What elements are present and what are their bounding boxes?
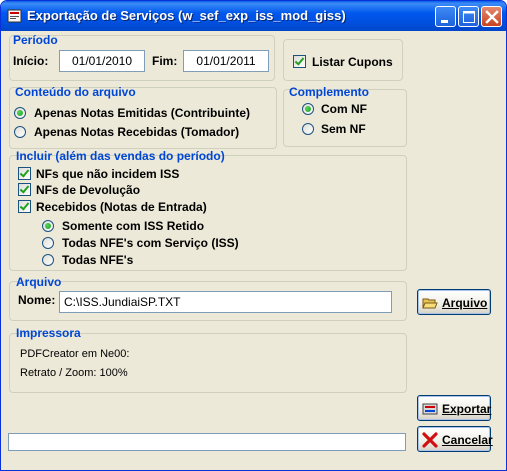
radio-notas-recebidas[interactable] [14,126,26,138]
fim-label: Fim: [152,54,178,68]
impressora-label: Impressora [16,326,81,340]
checkbox-nfs-devolucao[interactable] [18,183,31,196]
sem-nf-label[interactable]: Sem NF [321,122,366,136]
nfs-devolucao-label[interactable]: NFs de Devolução [36,183,140,197]
listar-cupons-checkbox[interactable] [293,55,306,68]
radio-notas-emitidas[interactable] [14,107,26,119]
recebidos-label[interactable]: Recebidos (Notas de Entrada) [36,200,207,214]
notas-recebidas-label[interactable]: Apenas Notas Recebidas (Tomador) [34,125,239,139]
notas-emitidas-label[interactable]: Apenas Notas Emitidas (Contribuinte) [34,106,250,120]
folder-open-icon [422,298,438,309]
window-title: Exportação de Serviços (w_sef_exp_iss_mo… [27,8,346,23]
incluir-label: Incluir (além das vendas do período) [16,149,225,163]
todas-nfe-label[interactable]: Todas NFE's [62,253,133,267]
maximize-button[interactable] [458,6,479,27]
complemento-label: Complemento [289,85,370,99]
radio-somente-iss-retido[interactable] [42,220,54,232]
arquivo-button-label: Arquivo [442,296,488,310]
cancel-x-icon [422,432,438,448]
close-button[interactable] [481,6,502,27]
impressora-group [9,333,407,393]
export-icon [422,403,438,415]
listar-cupons-label[interactable]: Listar Cupons [312,55,393,69]
checkbox-recebidos[interactable] [18,200,31,213]
fim-date-field[interactable] [183,50,269,72]
periodo-label: Período [13,33,58,47]
cancelar-button-label: Cancelar [442,433,493,447]
exportar-button-label: Exportar [442,402,492,416]
impressora-line2: Retrato / Zoom: 100% [20,367,128,379]
radio-todas-nfe[interactable] [42,254,54,266]
checkbox-nao-incidem-iss[interactable] [18,167,31,180]
title-bar[interactable]: Exportação de Serviços (w_sef_exp_iss_mo… [1,1,506,31]
nome-arquivo-field[interactable] [59,291,392,313]
exportar-button[interactable]: Exportar [417,395,491,421]
somente-iss-retido-label[interactable]: Somente com ISS Retido [62,219,204,233]
inicio-date-field[interactable] [59,50,145,72]
app-icon [7,9,22,23]
inicio-label: Início: [13,54,49,68]
impressora-line1: PDFCreator em Ne00: [20,348,130,360]
arquivo-button[interactable]: Arquivo [417,289,491,315]
radio-com-nf[interactable] [302,103,314,115]
conteudo-label: Conteúdo do arquivo [15,85,136,99]
minimize-icon [441,20,448,23]
close-icon [485,10,499,24]
nome-label: Nome: [18,293,56,307]
cancelar-button[interactable]: Cancelar [417,426,493,452]
nao-incidem-iss-label[interactable]: NFs que não incidem ISS [36,167,179,181]
progress-bar [8,433,406,451]
maximize-icon [463,11,475,23]
todas-nfe-servico-label[interactable]: Todas NFE's com Serviço (ISS) [62,236,239,250]
radio-sem-nf[interactable] [302,123,314,135]
minimize-button[interactable] [435,6,456,27]
arquivo-label: Arquivo [16,275,62,289]
com-nf-label[interactable]: Com NF [321,102,367,116]
dialog-window: Exportação de Serviços (w_sef_exp_iss_mo… [0,0,507,471]
radio-todas-nfe-servico[interactable] [42,237,54,249]
